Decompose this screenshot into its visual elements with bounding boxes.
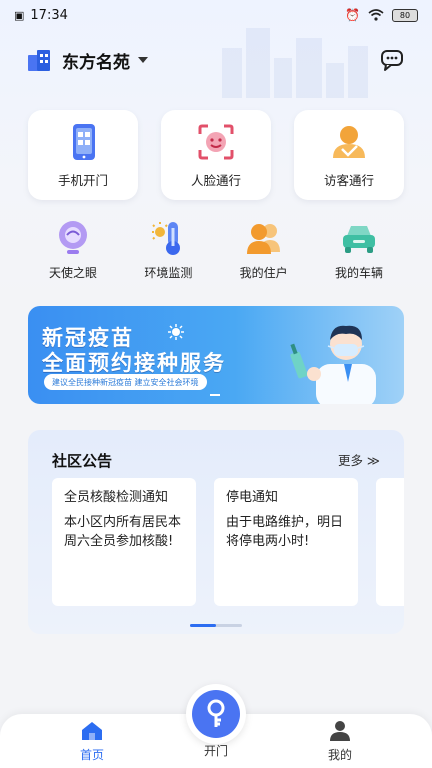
visitor-pass-button[interactable]: 访客通行 — [294, 110, 404, 200]
doctor-illustration — [290, 325, 376, 404]
key-icon — [207, 699, 225, 727]
face-pass-button[interactable]: 人脸通行 — [161, 110, 271, 200]
notice-card-title: 全员核酸检测通知 — [64, 490, 169, 505]
secondary-actions: 天使之眼 环境监测 我的住户 我的车辆 — [28, 218, 404, 284]
building-logo-icon — [28, 50, 50, 71]
notice-card[interactable]: 全员核酸检测通知 本小区内所有居民本周六全员参加核酸! — [52, 478, 196, 606]
battery-icon: 80 — [392, 8, 418, 22]
angel-eye-label: 天使之眼 — [48, 266, 97, 280]
nav-mine-label: 我的 — [327, 748, 352, 762]
home-icon — [82, 722, 102, 740]
my-vehicles-label: 我的车辆 — [334, 266, 383, 280]
my-residents-button[interactable]: 我的住户 — [219, 218, 309, 284]
status-bar: ▣ 17:34 ⏰ 80 — [0, 0, 432, 30]
wifi-icon — [368, 9, 384, 21]
notice-more-link[interactable]: 更多 ≫ — [338, 450, 380, 469]
my-vehicles-button[interactable]: 我的车辆 — [314, 218, 404, 284]
main-actions: 手机开门 人脸通行 访客通行 — [28, 110, 404, 200]
notice-pager-active — [190, 624, 216, 627]
residents-icon — [246, 224, 280, 254]
notice-card-title: 停电通知 — [226, 490, 279, 505]
user-icon — [330, 721, 350, 741]
nav-home[interactable]: 首页 — [52, 720, 132, 763]
camera-eye-icon — [59, 221, 87, 254]
chevron-down-icon[interactable] — [138, 57, 148, 63]
notice-pager — [190, 624, 242, 627]
notification-icon: ▣ — [14, 8, 25, 22]
phone-qr-icon — [73, 123, 95, 160]
status-time: 17:34 — [30, 7, 68, 23]
alarm-icon: ⏰ — [345, 8, 360, 22]
banner-pager — [210, 394, 220, 396]
community-notice: 社区公告 更多 ≫ 全员核酸检测通知 本小区内所有居民本周六全员参加核酸! 停电… — [28, 430, 404, 634]
environment-monitor-label: 环境监测 — [144, 266, 193, 280]
vaccine-banner[interactable]: 新冠疫苗 全面预约接种服务 建议全民接种新冠疫苗 建立安全社会环境 — [28, 306, 404, 404]
phone-open-door-label: 手机开门 — [57, 172, 108, 188]
open-door-button[interactable] — [186, 684, 246, 744]
car-icon — [342, 226, 375, 253]
notice-card-body: 由于电路维护，明日将停电两小时! — [226, 515, 344, 549]
open-door-button-inner — [192, 690, 240, 738]
visitor-icon — [333, 125, 365, 158]
notice-title: 社区公告 — [52, 452, 113, 470]
notice-card-body: 本小区内所有居民本周六全员参加核酸! — [64, 515, 182, 549]
notice-card[interactable]: 停电通知 由于电路维护，明日将停电两小时! — [214, 478, 358, 606]
message-icon[interactable] — [380, 47, 406, 73]
open-door-label: 开门 — [203, 744, 228, 758]
environment-monitor-button[interactable]: 环境监测 — [123, 218, 213, 284]
visitor-pass-label: 访客通行 — [323, 172, 374, 188]
battery-level: 80 — [399, 10, 411, 20]
phone-open-door-button[interactable]: 手机开门 — [28, 110, 138, 200]
thermometer-icon — [152, 222, 181, 255]
nav-mine[interactable]: 我的 — [300, 720, 380, 763]
app-header: 东方名苑 — [0, 40, 432, 80]
banner-title-line2: 全面预约接种服务 — [42, 351, 226, 375]
nav-home-label: 首页 — [79, 748, 104, 762]
angel-eye-button[interactable]: 天使之眼 — [28, 218, 118, 284]
virus-icon — [168, 324, 184, 340]
my-residents-label: 我的住户 — [239, 266, 288, 280]
banner-subtitle: 建议全民接种新冠疫苗 建立安全社会环境 — [44, 374, 207, 390]
community-selector[interactable]: 东方名苑 — [62, 48, 130, 73]
face-pass-label: 人脸通行 — [190, 172, 241, 188]
face-scan-icon — [198, 124, 234, 159]
notice-card-partial — [376, 478, 404, 606]
